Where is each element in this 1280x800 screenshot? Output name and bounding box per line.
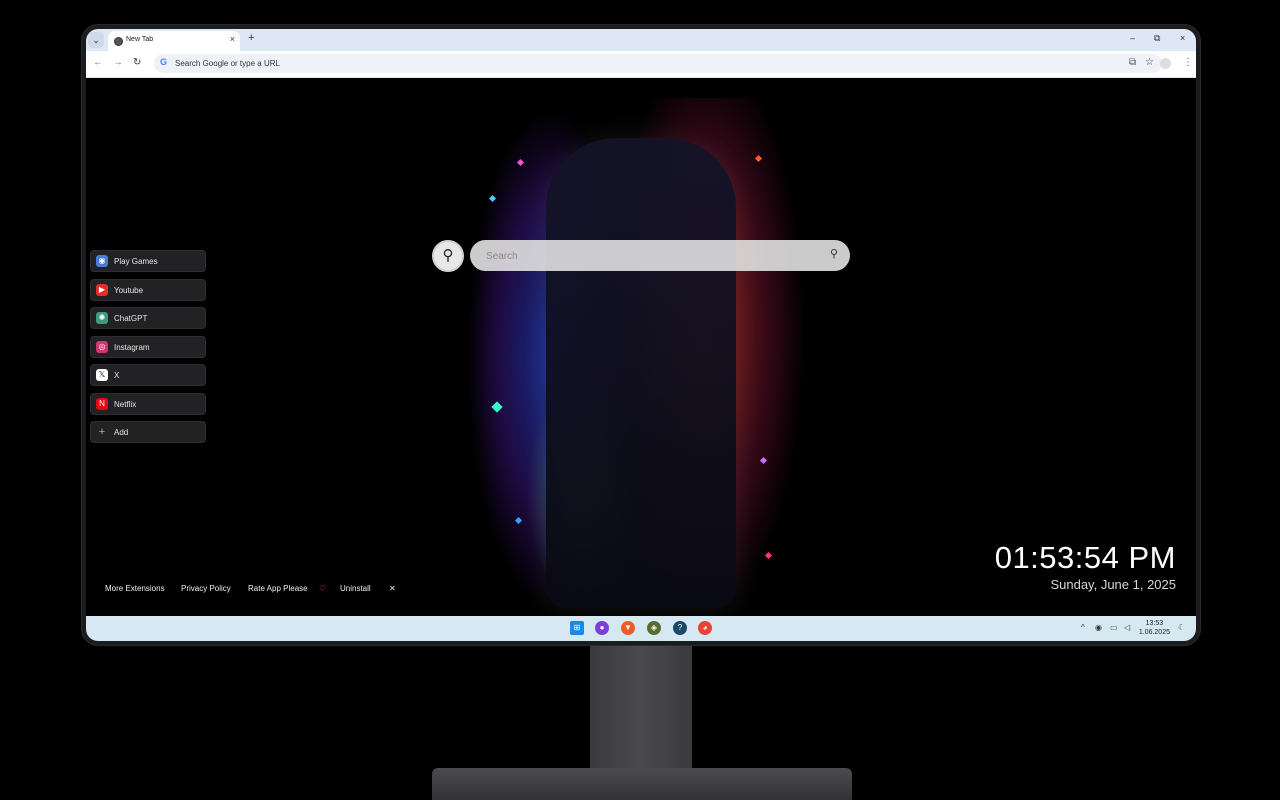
- shortcut-chatgpt[interactable]: ✺ ChatGPT: [90, 307, 206, 329]
- tray-volume-icon[interactable]: ◁: [1124, 623, 1130, 632]
- new-tab-button[interactable]: +: [248, 32, 254, 44]
- tab-search-button[interactable]: ⌄: [88, 32, 104, 48]
- windows-taskbar: ⊞ ● ▼ ◈ ? ◕ ^ ◉ ▭ ◁ 13:53 1.06.2025 ☾: [86, 616, 1196, 641]
- clock-date: Sunday, June 1, 2025: [1050, 577, 1176, 592]
- tray-date: 1.06.2025: [1138, 629, 1170, 636]
- tray-network-icon[interactable]: ◉: [1095, 623, 1102, 632]
- game-app-icon[interactable]: ◈: [647, 621, 661, 635]
- new-tab-page: ◉ Play Games ▶ Youtube ✺ ChatGPT ◎ Insta…: [86, 78, 1196, 616]
- browser-toolbar: ← → ↻ G Search Google or type a URL ☆ ⧉ …: [86, 51, 1196, 78]
- shortcut-add[interactable]: + Add: [90, 421, 206, 443]
- uninstall-link[interactable]: Uninstall: [340, 584, 371, 593]
- gamepad-icon: ◉: [96, 255, 108, 267]
- shortcut-instagram[interactable]: ◎ Instagram: [90, 336, 206, 358]
- shortcut-netflix[interactable]: N Netflix: [90, 393, 206, 415]
- tray-clock[interactable]: 13:53 1.06.2025: [1139, 619, 1170, 637]
- shortcut-label: Instagram: [114, 343, 150, 352]
- privacy-policy-link[interactable]: Privacy Policy: [181, 584, 231, 593]
- app-purple-icon[interactable]: ●: [595, 621, 609, 635]
- shortcut-label: Add: [114, 428, 129, 437]
- more-extensions-link[interactable]: More Extensions: [105, 584, 165, 593]
- shortcut-label: Youtube: [114, 286, 144, 295]
- monitor-stand: [590, 640, 692, 782]
- globe-icon: [114, 37, 123, 46]
- shortcut-label: Netflix: [114, 400, 137, 409]
- x-icon: 𝕏: [96, 369, 108, 381]
- help-app-icon[interactable]: ?: [673, 621, 687, 635]
- tab-title: New Tab: [126, 36, 154, 43]
- bookmark-star-icon[interactable]: ☆: [1145, 57, 1154, 68]
- netflix-icon: N: [96, 398, 108, 410]
- tab-new-tab[interactable]: New Tab ×: [108, 31, 240, 51]
- close-footer-icon[interactable]: ✕: [389, 584, 396, 593]
- close-tab-icon[interactable]: ×: [230, 34, 235, 44]
- chrome-icon[interactable]: ◕: [698, 621, 712, 635]
- restore-button[interactable]: ⧉: [1154, 33, 1160, 44]
- shortcut-label: ChatGPT: [114, 314, 148, 323]
- minimize-button[interactable]: –: [1130, 33, 1135, 43]
- artwork-couple-silhouette: [546, 138, 736, 608]
- rate-app-link[interactable]: Rate App Please: [248, 584, 308, 593]
- tray-chevron-icon[interactable]: ^: [1081, 623, 1085, 632]
- plus-icon: +: [98, 426, 106, 438]
- windows-start-icon[interactable]: ⊞: [570, 621, 584, 635]
- back-button[interactable]: ←: [93, 57, 103, 68]
- shortcut-youtube[interactable]: ▶ Youtube: [90, 279, 206, 301]
- clock-time: 01:53:54 PM: [994, 540, 1176, 575]
- monitor-screen: ⌄ New Tab × + – ⧉ × ← → ↻ G Search Googl…: [86, 29, 1196, 641]
- shortcut-play-games[interactable]: ◉ Play Games: [90, 250, 206, 272]
- search-icon[interactable]: ⚲: [830, 247, 838, 260]
- menu-dots-icon[interactable]: ⋮: [1183, 57, 1193, 68]
- shortcut-x[interactable]: 𝕏 X: [90, 364, 206, 386]
- chatgpt-icon: ✺: [96, 312, 108, 324]
- search-bar: ⚲: [470, 240, 850, 271]
- youtube-icon: ▶: [96, 284, 108, 296]
- forward-button[interactable]: →: [113, 57, 123, 68]
- brave-icon[interactable]: ▼: [621, 621, 635, 635]
- address-bar[interactable]: G Search Google or type a URL ☆: [154, 54, 1162, 73]
- tray-display-icon[interactable]: ▭: [1110, 623, 1118, 632]
- google-icon: G: [160, 57, 168, 67]
- reload-button[interactable]: ↻: [133, 57, 141, 68]
- heart-icon: ♡: [319, 584, 327, 593]
- close-window-button[interactable]: ×: [1180, 33, 1185, 43]
- browser-tabbar: ⌄ New Tab × + – ⧉ ×: [86, 29, 1196, 51]
- instagram-icon: ◎: [96, 341, 108, 353]
- monitor-base: [432, 768, 852, 800]
- search-magnifier-button[interactable]: ⚲: [432, 240, 464, 272]
- search-input[interactable]: [484, 246, 808, 266]
- shortcut-label: Play Games: [114, 257, 158, 266]
- tray-time: 13:53: [1145, 620, 1164, 627]
- extensions-icon[interactable]: ⧉: [1129, 57, 1136, 68]
- profile-avatar[interactable]: [1160, 58, 1171, 69]
- address-placeholder: Search Google or type a URL: [175, 59, 280, 68]
- tray-moon-icon[interactable]: ☾: [1178, 623, 1185, 632]
- shortcut-label: X: [114, 371, 120, 380]
